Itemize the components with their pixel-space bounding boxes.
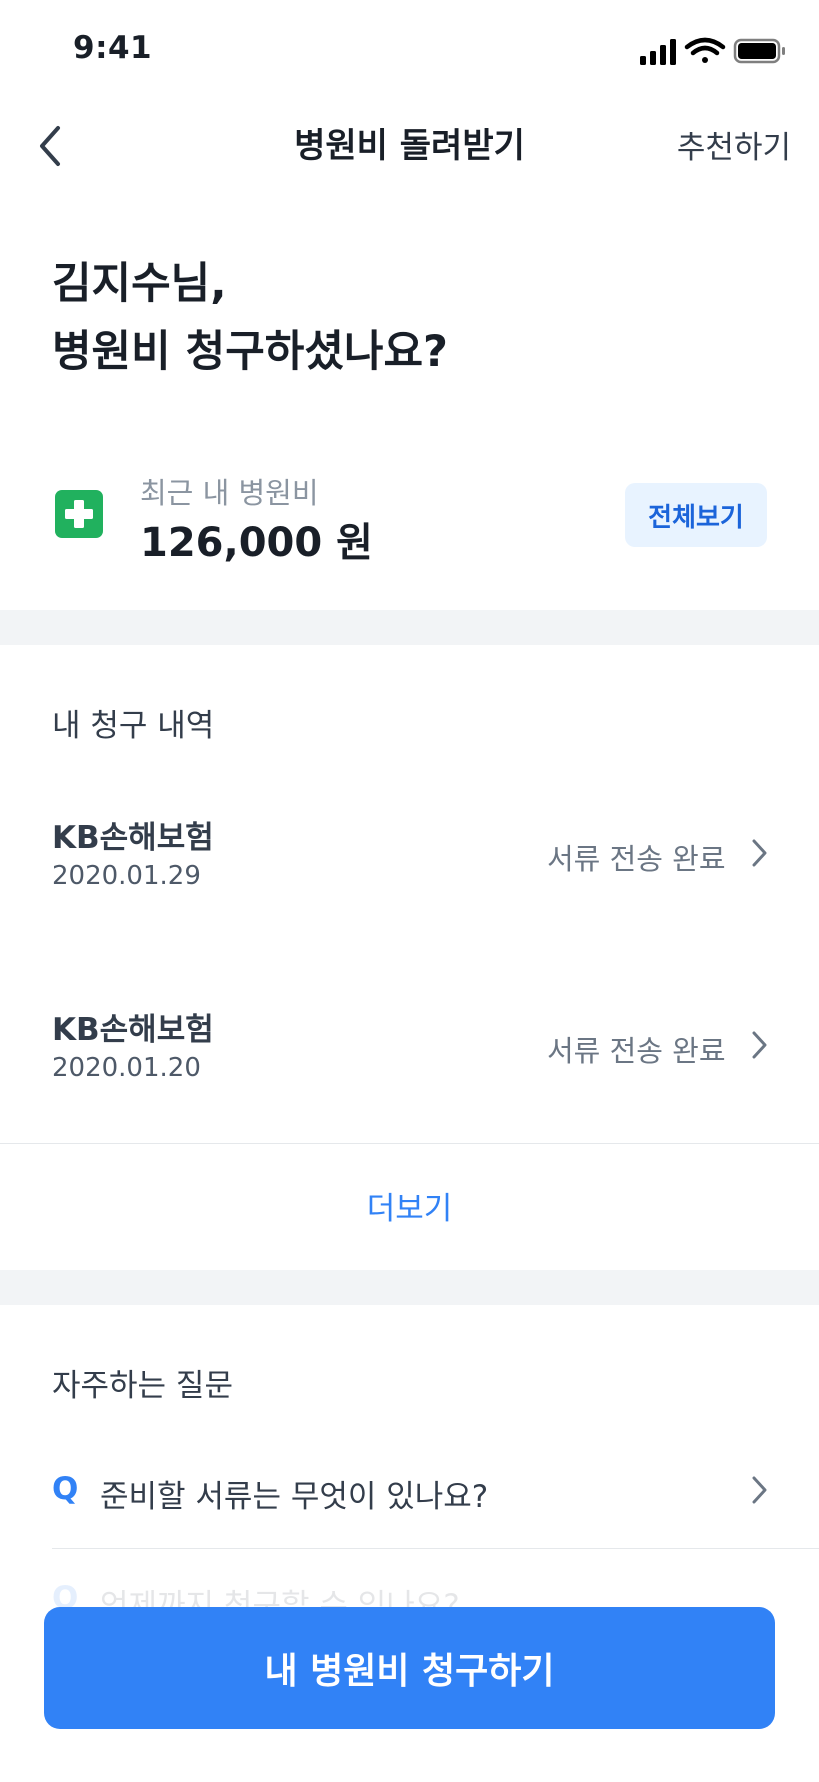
- claim-row[interactable]: KB손해보험 2020.01.29 서류 전송 완료: [0, 790, 819, 910]
- battery-icon: [733, 38, 785, 64]
- list-divider: [52, 1548, 819, 1549]
- signal-icon: [640, 39, 676, 65]
- faq-q-mark: Q: [52, 1471, 79, 1507]
- chevron-right-icon: [752, 839, 767, 867]
- recommend-button[interactable]: 추천하기: [677, 122, 791, 167]
- faq-question: 준비할 서류는 무엇이 있나요?: [100, 1479, 489, 1515]
- status-time: 9:41: [73, 30, 153, 66]
- greeting-line2: 병원비 청구하셨나요?: [52, 327, 448, 377]
- chevron-right-icon: [752, 1476, 767, 1504]
- claim-row[interactable]: KB손해보험 2020.01.20 서류 전송 완료: [0, 982, 819, 1102]
- claim-bill-button[interactable]: 내 병원비 청구하기: [44, 1607, 775, 1729]
- chevron-right-icon: [752, 1031, 767, 1059]
- status-icons: [640, 37, 785, 65]
- claim-status: 서류 전송 완료: [547, 1034, 726, 1068]
- claim-status: 서류 전송 완료: [547, 842, 726, 876]
- claims-section-title: 내 청구 내역: [52, 708, 215, 744]
- list-divider: [0, 1143, 819, 1144]
- view-all-button[interactable]: 전체보기: [625, 483, 767, 547]
- wifi-icon: [684, 37, 726, 63]
- section-divider: [0, 610, 819, 645]
- claim-date: 2020.01.29: [52, 861, 201, 891]
- more-button[interactable]: 더보기: [0, 1183, 819, 1228]
- recent-bill-label: 최근 내 병원비: [140, 476, 319, 510]
- recent-bill-amount: 126,000 원: [140, 520, 373, 566]
- faq-item[interactable]: Q 준비할 서류는 무엇이 있나요?: [0, 1440, 819, 1550]
- claim-company: KB손해보험: [52, 820, 214, 856]
- claim-company: KB손해보험: [52, 1012, 214, 1048]
- medical-cross-icon: [55, 490, 103, 538]
- claim-date: 2020.01.20: [52, 1053, 201, 1083]
- greeting-line1: 김지수님,: [52, 259, 227, 309]
- greeting-headline: 김지수님, 병원비 청구하셨나요?: [52, 250, 448, 386]
- section-divider: [0, 1270, 819, 1305]
- faq-section-title: 자주하는 질문: [52, 1368, 233, 1404]
